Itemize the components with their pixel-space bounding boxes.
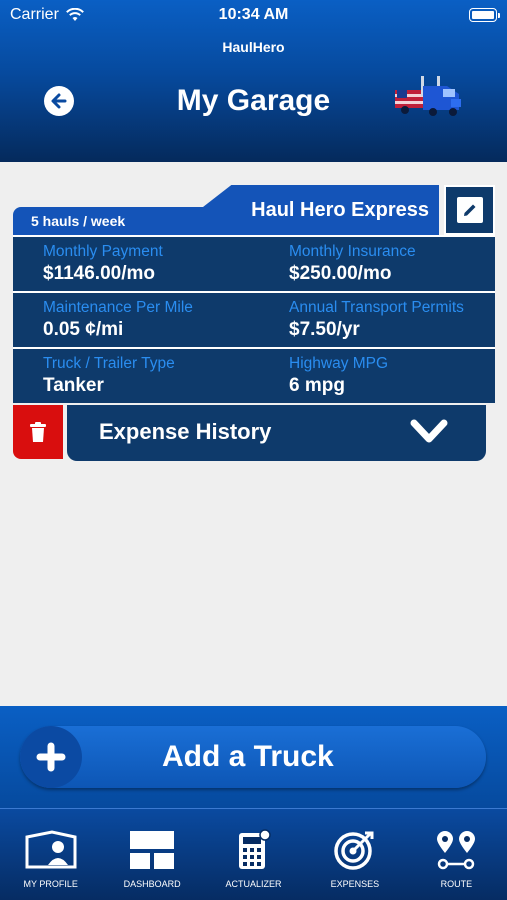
maintenance-label: Maintenance Per Mile bbox=[43, 299, 193, 316]
truck-name: Haul Hero Express bbox=[251, 199, 429, 221]
trash-icon bbox=[30, 422, 46, 442]
maintenance-value: 0.05 ¢/mi bbox=[43, 319, 124, 340]
detail-row-1: Monthly Payment $1146.00/mo Monthly Insu… bbox=[13, 235, 495, 291]
add-truck-label: Add a Truck bbox=[162, 740, 334, 773]
expense-history-toggle[interactable]: Expense History bbox=[67, 405, 486, 461]
hauls-per-week: 5 hauls / week bbox=[13, 207, 213, 235]
truck-type-value: Tanker bbox=[43, 375, 104, 396]
truck-type-label: Truck / Trailer Type bbox=[43, 355, 175, 372]
plus-icon bbox=[36, 742, 66, 772]
route-pins-icon bbox=[437, 831, 476, 870]
tab-expenses-label: EXPENSES bbox=[330, 879, 380, 889]
monthly-payment-label: Monthly Payment bbox=[43, 243, 163, 260]
monthly-payment-value: $1146.00/mo bbox=[43, 263, 155, 284]
app-name: HaulHero bbox=[222, 39, 285, 55]
maintenance-cell: Maintenance Per Mile 0.05 ¢/mi bbox=[13, 293, 249, 347]
tab-route[interactable]: ROUTE bbox=[406, 809, 507, 900]
status-time: 10:34 AM bbox=[218, 6, 289, 23]
monthly-insurance-value: $250.00/mo bbox=[289, 263, 392, 284]
expense-history-label: Expense History bbox=[99, 419, 272, 444]
chevron-down-icon bbox=[410, 419, 448, 443]
status-bar: Carrier 10:34 AM bbox=[0, 0, 507, 30]
mpg-label: Highway MPG bbox=[289, 355, 389, 372]
permits-cell: Annual Transport Permits $7.50/yr bbox=[249, 293, 495, 347]
mpg-value: 6 mpg bbox=[289, 375, 345, 396]
tab-expenses[interactable]: EXPENSES bbox=[304, 809, 405, 900]
monthly-payment-cell: Monthly Payment $1146.00/mo bbox=[13, 237, 249, 291]
pencil-icon bbox=[463, 204, 475, 216]
tab-my-profile-label: MY PROFILE bbox=[23, 879, 78, 889]
plus-icon-circle bbox=[20, 726, 82, 788]
tab-dashboard[interactable]: DASHBOARD bbox=[101, 809, 202, 900]
permits-value: $7.50/yr bbox=[289, 319, 360, 340]
app-header: Carrier 10:34 AM HaulHero My Garage bbox=[0, 0, 507, 162]
dashboard-icon bbox=[130, 831, 175, 869]
target-icon bbox=[334, 831, 374, 870]
add-truck-button[interactable]: Add a Truck bbox=[20, 726, 486, 788]
edit-truck-button[interactable] bbox=[444, 185, 495, 235]
expense-row: Expense History bbox=[13, 405, 495, 461]
mpg-cell: Highway MPG 6 mpg bbox=[249, 349, 495, 403]
detail-row-3: Truck / Trailer Type Tanker Highway MPG … bbox=[13, 347, 495, 403]
truck-card: 5 hauls / week Haul Hero Express Monthly… bbox=[13, 185, 495, 461]
tab-route-label: ROUTE bbox=[440, 879, 473, 889]
profile-card-icon bbox=[25, 830, 77, 869]
truck-name-tab: Haul Hero Express bbox=[203, 185, 439, 235]
truck-type-cell: Truck / Trailer Type Tanker bbox=[13, 349, 249, 403]
monthly-insurance-label: Monthly Insurance bbox=[289, 243, 416, 260]
tab-bar: MY PROFILE DASHBOARD ACTUALIZER EXPENSES… bbox=[0, 808, 507, 900]
semi-truck-icon bbox=[395, 76, 461, 116]
monthly-insurance-cell: Monthly Insurance $250.00/mo bbox=[249, 237, 495, 291]
tab-actualizer[interactable]: ACTUALIZER bbox=[203, 809, 304, 900]
delete-truck-button[interactable] bbox=[13, 405, 63, 459]
tab-actualizer-label: ACTUALIZER bbox=[225, 879, 282, 889]
permits-label: Annual Transport Permits bbox=[289, 299, 464, 316]
truck-card-header: 5 hauls / week Haul Hero Express bbox=[13, 185, 495, 235]
calculator-icon bbox=[238, 829, 271, 869]
tab-dashboard-label: DASHBOARD bbox=[123, 879, 181, 889]
add-truck-area: Add a Truck bbox=[0, 706, 507, 808]
battery-icon bbox=[469, 8, 500, 22]
tab-my-profile[interactable]: MY PROFILE bbox=[0, 809, 101, 900]
detail-row-2: Maintenance Per Mile 0.05 ¢/mi Annual Tr… bbox=[13, 291, 495, 347]
